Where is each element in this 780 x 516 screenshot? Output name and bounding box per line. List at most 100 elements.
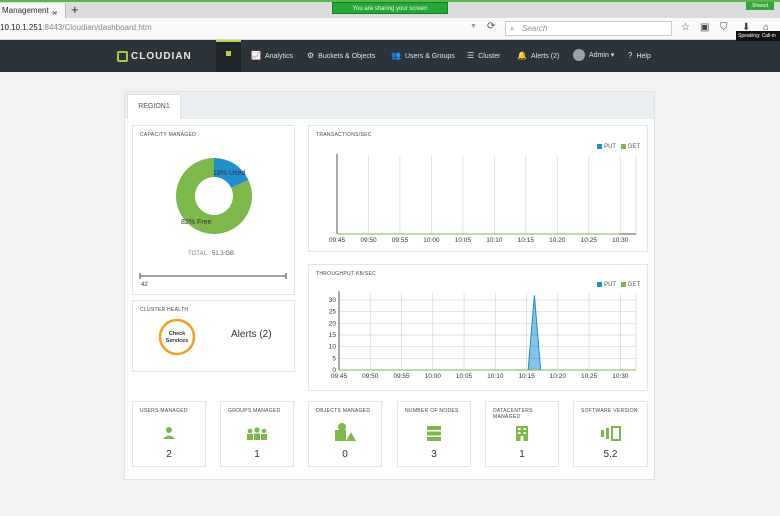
- nav-alerts-label: Alerts (2): [530, 53, 560, 60]
- url-field[interactable]: 10.10.1.251:8443/Cloudian/dashboard.htm: [0, 23, 152, 32]
- x-tick-label: 10:05: [456, 373, 473, 380]
- app-navbar: CLOUDIAN 📈 Analytics ⚙ Buckets & Objects 👥…: [0, 40, 780, 72]
- x-tick-label: 10:30: [612, 237, 629, 244]
- version-icon: [574, 426, 647, 446]
- nav-alerts[interactable]: 🔔 Alerts (2): [517, 40, 559, 72]
- stat-value: 0: [342, 449, 348, 460]
- capacity-free-label: 82% Free: [181, 219, 211, 226]
- stat-title: USERS MANAGED: [140, 408, 188, 414]
- browser-search-input[interactable]: ⌕ Search: [505, 21, 672, 36]
- cluster-health-graphic: Check Services Alerts (2): [158, 318, 272, 356]
- throughput-panel: THROUGHPUT KB/SEC PUT GET 0 5 10 15 20 25 30 09…: [308, 264, 648, 391]
- throughput-chart[interactable]: 05101520253009:45 09:50 09:55 10:00 10:05 10:…: [309, 265, 649, 392]
- x-tick-label: 09:50: [362, 373, 379, 380]
- nav-buckets-objects[interactable]: ⚙ Buckets & Objects: [307, 40, 375, 72]
- screen-sharing-banner[interactable]: You are sharing your screen: [332, 2, 448, 14]
- shared-tag: Shared: [746, 2, 774, 10]
- dashboard-container: REGION1 CAPACITY MANAGED 18% Used 82% Fr…: [124, 91, 655, 480]
- stat-software-version[interactable]: SOFTWARE VERSION 5.2: [573, 401, 648, 467]
- nav-help[interactable]: ? Help: [628, 40, 651, 72]
- capacity-used-label: 18% Used: [213, 170, 245, 177]
- check-services-line2: Services: [166, 338, 189, 344]
- x-tick-label: 10:15: [518, 373, 535, 380]
- stat-title: DATACENTERS MANAGED: [493, 408, 533, 420]
- stat-number-of-nodes[interactable]: NUMBER OF NODES 3: [397, 401, 471, 467]
- x-tick-label: 10:00: [423, 237, 440, 244]
- url-dropdown-icon[interactable]: ▼: [470, 23, 477, 30]
- bookmark-star-icon[interactable]: ☆: [681, 22, 690, 33]
- nav-users-groups[interactable]: 👥 Users & Groups: [391, 40, 455, 72]
- clipboard-icon[interactable]: ▣: [700, 22, 709, 33]
- nav-dashboard[interactable]: [216, 40, 241, 72]
- x-tick-label: 09:55: [392, 237, 409, 244]
- stat-datacenters-managed[interactable]: DATACENTERS MANAGED 1: [485, 401, 559, 467]
- x-tick-label: 10:25: [581, 373, 598, 380]
- nav-analytics-label: Analytics: [264, 53, 293, 60]
- stat-users-managed[interactable]: USERS MANAGED 2: [132, 401, 206, 467]
- transactions-panel: TRANSACTIONS/SEC PUT GET 09:45 09:50 09:55…: [308, 125, 648, 252]
- nav-buckets-label: Buckets & Objects: [318, 53, 376, 60]
- region-tabstrip: REGION1: [125, 92, 654, 119]
- building-icon: [486, 426, 558, 446]
- x-tick-label: 10:10: [486, 237, 503, 244]
- server-icon: [398, 426, 470, 446]
- capacity-slider-value: 42: [141, 282, 148, 288]
- bell-icon: 🔔: [517, 51, 527, 60]
- x-tick-label: 09:50: [360, 237, 377, 244]
- x-tick-label: 10:00: [425, 373, 442, 380]
- stat-value: 1: [254, 449, 260, 460]
- stat-value: 5.2: [603, 449, 618, 460]
- capacity-title: CAPACITY MANAGED: [140, 132, 197, 138]
- user-icon: [133, 426, 205, 445]
- x-tick-label: 10:25: [581, 237, 598, 244]
- y-tick-label: 30: [329, 297, 337, 304]
- search-placeholder: Search: [522, 24, 548, 33]
- reload-icon[interactable]: ⟳: [487, 21, 495, 32]
- x-tick-label: 10:15: [518, 237, 535, 244]
- stat-title: GROUPS MANAGED: [228, 408, 281, 414]
- y-tick-label: 25: [329, 309, 337, 316]
- x-tick-label: 10:30: [612, 373, 629, 380]
- url-host: 10.10.1.251: [0, 23, 43, 32]
- stat-objects-managed[interactable]: OBJECTS MANAGED 0: [308, 401, 382, 467]
- stat-value: 3: [431, 449, 437, 460]
- x-tick-label: 09:45: [329, 237, 346, 244]
- nav-help-label: Help: [636, 53, 651, 60]
- transactions-chart[interactable]: 09:45 09:50 09:55 10:00 10:05 10:10 10:15 10:20…: [309, 126, 649, 253]
- nav-admin[interactable]: Admin ▾: [573, 40, 614, 72]
- logo-text: CLOUDIAN: [131, 50, 192, 62]
- group-icon: [221, 426, 293, 445]
- cloudian-logo[interactable]: CLOUDIAN: [117, 49, 192, 63]
- series-line-put: [339, 295, 636, 371]
- x-tick-label: 09:55: [393, 373, 410, 380]
- gear-icon: ⚙: [307, 51, 315, 60]
- shapes-icon: [309, 422, 381, 447]
- x-tick-label: 10:20: [550, 373, 567, 380]
- y-tick-label: 15: [329, 332, 337, 339]
- stat-value: 1: [519, 449, 525, 460]
- list-icon: ☰: [467, 51, 475, 60]
- nav-admin-label: Admin ▾: [589, 52, 615, 59]
- cluster-alerts-link[interactable]: Alerts (2): [231, 329, 272, 340]
- help-icon: ?: [628, 51, 633, 60]
- users-icon: 👥: [391, 51, 401, 60]
- avatar-icon: [573, 49, 585, 62]
- pocket-icon[interactable]: ⛉: [720, 22, 728, 33]
- check-services-ring[interactable]: [158, 318, 196, 356]
- series-area-put: [339, 295, 636, 371]
- nav-analytics[interactable]: 📈 Analytics: [251, 40, 293, 72]
- stat-title: SOFTWARE VERSION: [581, 408, 638, 414]
- speaking-tooltip: Speaking: Call-in: [736, 31, 780, 41]
- x-tick-label: 10:20: [549, 237, 566, 244]
- tab-region1[interactable]: REGION1: [127, 94, 181, 119]
- capacity-total-value: 51.3 GB: [212, 251, 234, 257]
- search-icon: ⌕: [510, 24, 515, 33]
- dashboard-grid-icon: [225, 50, 232, 57]
- browser-toolbar: 10.10.1.251:8443/Cloudian/dashboard.htm …: [0, 18, 780, 40]
- logo-mark-icon: [117, 50, 128, 62]
- stat-groups-managed[interactable]: GROUPS MANAGED 1: [220, 401, 294, 467]
- new-tab-button[interactable]: +: [71, 3, 79, 17]
- check-services-line1: Check: [169, 331, 186, 337]
- browser-tab-title: Management ...: [2, 6, 58, 15]
- nav-cluster[interactable]: ☰ Cluster: [467, 40, 500, 72]
